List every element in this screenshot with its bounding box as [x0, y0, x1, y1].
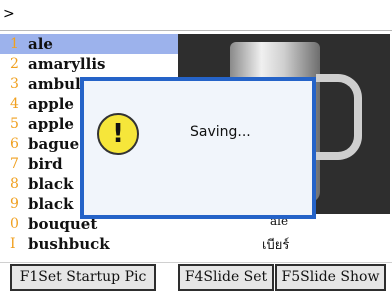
list-item-label: black — [28, 195, 74, 213]
warning-icon: ! — [97, 113, 139, 155]
list-item-label: ambul — [28, 75, 81, 93]
list-item-number: I — [10, 236, 16, 252]
list-item-number: 4 — [10, 96, 19, 112]
list-item-label: black — [28, 175, 74, 193]
top-input-bar[interactable]: > — [0, 0, 392, 31]
dialog-message: Saving... — [190, 124, 251, 140]
list-item-number: 0 — [10, 216, 19, 232]
beer-mug-handle — [316, 74, 362, 160]
list-item-number: 2 — [10, 56, 19, 72]
list-item-label: apple — [28, 115, 74, 133]
list-item-number: 8 — [10, 176, 19, 192]
slide-set-button[interactable]: F4Slide Set — [178, 264, 274, 291]
list-item[interactable]: I bushbuck — [0, 234, 178, 254]
list-item-number: 9 — [10, 196, 19, 212]
list-item-label: bague — [28, 135, 80, 153]
list-item[interactable]: 2 amaryllis — [0, 54, 178, 74]
list-item-label: apple — [28, 95, 74, 113]
list-item-number: 6 — [10, 136, 19, 152]
list-item[interactable]: 1 ale — [0, 34, 178, 54]
list-item-label: bushbuck — [28, 235, 110, 253]
prompt-cursor: > — [3, 6, 15, 22]
divider — [0, 262, 392, 263]
list-item-number: 3 — [10, 76, 19, 92]
set-startup-pic-button[interactable]: F1Set Startup Pic — [10, 264, 156, 291]
list-item-label: amaryllis — [28, 55, 106, 73]
list-item-label: ale — [28, 35, 53, 53]
list-item-label: bird — [28, 155, 63, 173]
slide-show-button[interactable]: F5Slide Show — [275, 264, 386, 291]
list-item-number: 7 — [10, 156, 19, 172]
list-item-number: 1 — [10, 36, 19, 52]
preview-word-thai: เบียร์ — [262, 238, 290, 253]
list-item-number: 5 — [10, 116, 19, 132]
